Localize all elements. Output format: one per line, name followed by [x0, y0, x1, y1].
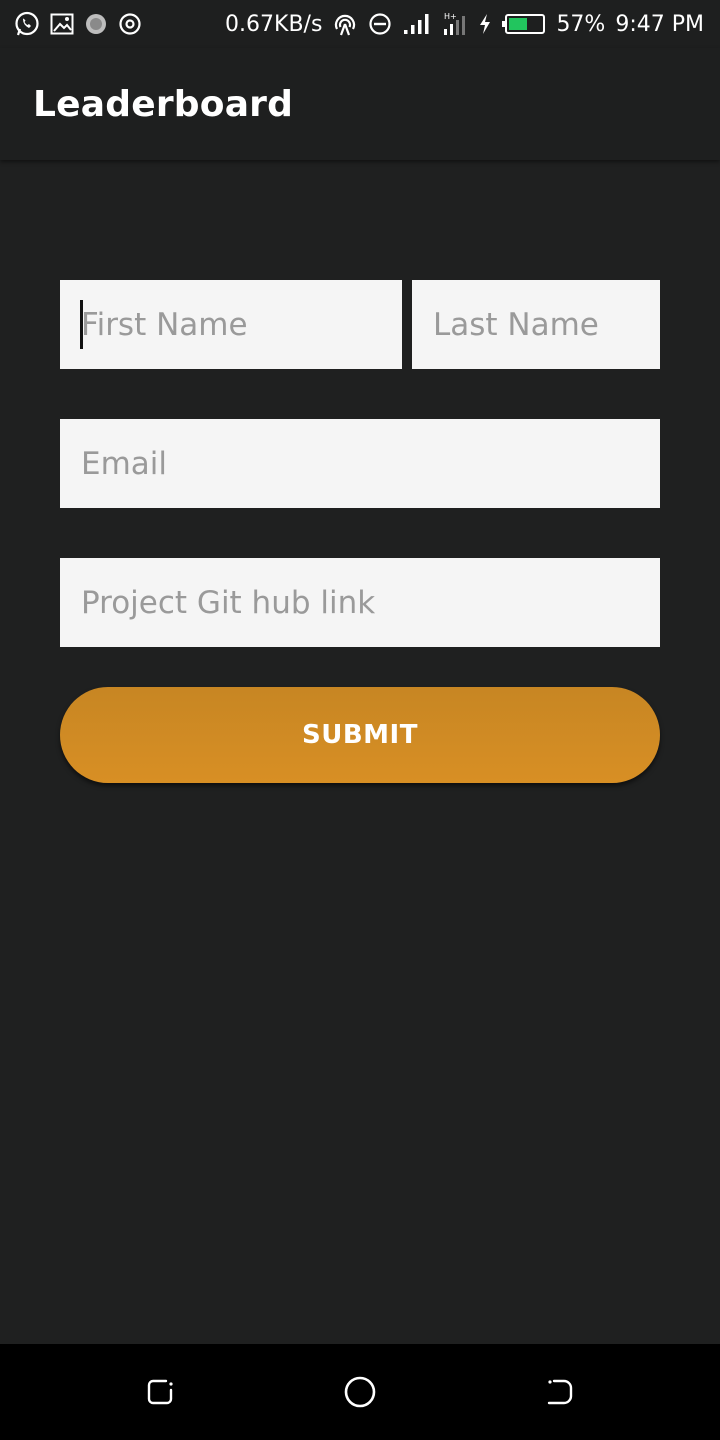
- clock: 9:47 PM: [615, 11, 704, 37]
- hotspot-icon: [332, 11, 358, 37]
- last-name-input[interactable]: [433, 306, 660, 343]
- charging-icon: [478, 13, 492, 35]
- app-bar: Leaderboard: [0, 48, 720, 160]
- recents-icon[interactable]: [140, 1372, 180, 1412]
- svg-text:H+: H+: [444, 12, 457, 21]
- home-icon[interactable]: [340, 1372, 380, 1412]
- loading-icon: [84, 12, 108, 36]
- last-name-field[interactable]: [412, 280, 660, 369]
- status-left: [14, 11, 142, 37]
- battery-icon: [502, 13, 546, 35]
- email-input[interactable]: [81, 445, 660, 482]
- github-link-input[interactable]: [81, 584, 660, 621]
- text-cursor: [80, 300, 83, 349]
- dnd-icon: [368, 12, 392, 36]
- gallery-icon: [50, 13, 74, 35]
- signal-2-icon: H+: [442, 11, 468, 37]
- github-link-field[interactable]: [60, 558, 660, 647]
- screen: 0.67KB/s H+ 57% 9:47 PM Leaderboard Firs…: [0, 0, 720, 1440]
- status-bar: 0.67KB/s H+ 57% 9:47 PM: [0, 0, 720, 48]
- status-right: 0.67KB/s H+ 57% 9:47 PM: [225, 11, 704, 37]
- email-field[interactable]: [60, 419, 660, 508]
- signal-icon: [402, 13, 432, 35]
- whatsapp-icon: [14, 11, 40, 37]
- net-speed: 0.67KB/s: [225, 11, 323, 37]
- submit-button[interactable]: SUBMIT: [60, 687, 660, 783]
- first-name-input[interactable]: [81, 306, 402, 343]
- back-icon[interactable]: [540, 1372, 580, 1412]
- battery-percent: 57%: [556, 11, 606, 37]
- nav-bar: [0, 1344, 720, 1440]
- first-name-field[interactable]: [60, 280, 402, 369]
- page-title: Leaderboard: [33, 83, 294, 125]
- sync-icon: [118, 12, 142, 36]
